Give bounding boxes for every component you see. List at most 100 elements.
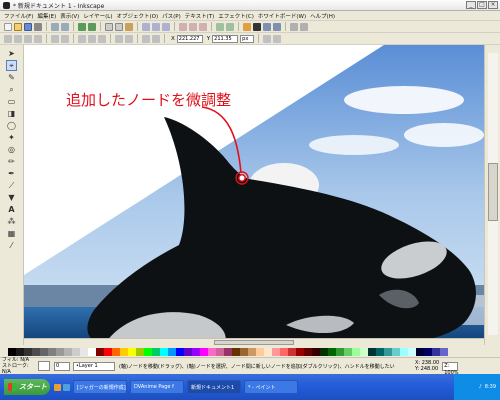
palette-swatch[interactable] <box>432 347 440 356</box>
palette-swatch[interactable] <box>312 347 320 356</box>
palette-swatch[interactable] <box>384 347 392 356</box>
close-button[interactable]: × <box>488 1 498 9</box>
insert-node-icon[interactable] <box>4 34 12 43</box>
palette-swatch[interactable] <box>224 347 232 356</box>
new-document-icon[interactable] <box>4 22 12 31</box>
palette-swatch[interactable] <box>32 347 40 356</box>
menu-whiteboard[interactable]: ホワイトボード(W) <box>258 12 306 20</box>
curve-segment-icon[interactable] <box>125 34 133 43</box>
palette-swatch[interactable] <box>360 347 368 356</box>
palette-swatch[interactable] <box>272 347 280 356</box>
join-segment-icon[interactable] <box>51 34 59 43</box>
menu-path[interactable]: パス(P) <box>162 12 181 20</box>
palette-swatch[interactable] <box>128 347 136 356</box>
palette-swatch[interactable] <box>160 347 168 356</box>
tweak-tool-icon[interactable]: ✎ <box>6 72 17 83</box>
menu-effects[interactable]: エフェクト(C) <box>218 12 254 20</box>
undo-icon[interactable] <box>78 22 86 31</box>
break-path-icon[interactable] <box>34 34 42 43</box>
ungroup-icon[interactable] <box>226 22 234 31</box>
cusp-node-icon[interactable] <box>78 34 86 43</box>
palette-swatch[interactable] <box>144 347 152 356</box>
drawing-canvas[interactable]: 追加したノードを微調整 <box>24 45 484 345</box>
palette-swatch[interactable] <box>152 347 160 356</box>
menu-layer[interactable]: レイヤー(L) <box>83 12 112 20</box>
vertical-scroll-thumb[interactable] <box>488 163 498 221</box>
palette-swatch[interactable] <box>136 347 144 356</box>
taskbar-item-explorer[interactable]: [ジャガーの新規作成] <box>73 380 127 394</box>
palette-swatch[interactable] <box>216 347 224 356</box>
3d-box-tool-icon[interactable]: ◨ <box>6 108 17 119</box>
palette-swatch[interactable] <box>96 347 104 356</box>
maximize-button[interactable]: □ <box>477 1 487 9</box>
palette-swatch[interactable] <box>240 347 248 356</box>
start-button[interactable]: スタート <box>4 379 50 395</box>
palette-swatch[interactable] <box>416 347 424 356</box>
palette-swatch[interactable] <box>352 347 360 356</box>
menu-help[interactable]: ヘルプ(H) <box>310 12 335 20</box>
smooth-node-icon[interactable] <box>88 34 96 43</box>
palette-swatch[interactable] <box>304 347 312 356</box>
selected-node-handle[interactable] <box>238 174 246 182</box>
document-properties-icon[interactable] <box>300 22 308 31</box>
palette-swatch[interactable] <box>80 347 88 356</box>
palette-swatch[interactable] <box>288 347 296 356</box>
pencil-tool-icon[interactable]: ✏ <box>6 156 17 167</box>
palette-swatch[interactable] <box>264 347 272 356</box>
dropper-tool-icon[interactable]: ⁄ <box>6 240 17 251</box>
export-icon[interactable] <box>61 22 69 31</box>
clone-icon[interactable] <box>189 22 197 31</box>
volume-icon[interactable]: ♪ <box>479 384 482 390</box>
line-segment-icon[interactable] <box>115 34 123 43</box>
selector-tool-icon[interactable]: ➤ <box>6 48 17 59</box>
spray-tool-icon[interactable]: ⁂ <box>6 216 17 227</box>
palette-swatch[interactable] <box>104 347 112 356</box>
paint-bucket-tool-icon[interactable]: ▼ <box>6 192 17 203</box>
palette-swatch[interactable] <box>344 347 352 356</box>
palette-swatch[interactable] <box>112 347 120 356</box>
text-font-icon[interactable] <box>253 22 261 31</box>
gradient-tool-icon[interactable]: ▦ <box>6 228 17 239</box>
paste-icon[interactable] <box>125 22 133 31</box>
show-handles-icon[interactable] <box>263 34 272 43</box>
palette-swatch[interactable] <box>232 347 240 356</box>
calligraphy-tool-icon[interactable]: ⟋ <box>6 180 17 191</box>
menu-object[interactable]: オブジェクト(O) <box>117 12 159 20</box>
star-tool-icon[interactable]: ✦ <box>6 132 17 143</box>
symmetric-node-icon[interactable] <box>98 34 106 43</box>
minimize-button[interactable]: _ <box>466 1 476 9</box>
palette-swatch[interactable] <box>440 347 448 356</box>
zoom-input[interactable]: Z: 100% <box>442 361 459 376</box>
zoom-drawing-icon[interactable] <box>152 22 160 31</box>
palette-swatch[interactable] <box>408 347 416 356</box>
print-icon[interactable] <box>34 22 42 31</box>
cut-icon[interactable] <box>115 22 123 31</box>
horizontal-scroll-thumb[interactable] <box>214 340 294 345</box>
xml-editor-icon[interactable] <box>263 22 271 31</box>
palette-swatch[interactable] <box>320 347 328 356</box>
palette-swatch[interactable] <box>24 347 32 356</box>
palette-swatch[interactable] <box>64 347 72 356</box>
layer-select[interactable]: •Layer 1 <box>73 361 115 371</box>
palette-swatch[interactable] <box>8 347 16 356</box>
pen-tool-icon[interactable]: ✒ <box>6 168 17 179</box>
taskbar-item-dvanime[interactable]: DVAnime Page f <box>130 380 184 394</box>
desktop-icon[interactable] <box>63 383 70 391</box>
preferences-icon[interactable] <box>290 22 298 31</box>
horizontal-scrollbar[interactable] <box>24 338 484 346</box>
menu-file[interactable]: ファイル(F) <box>4 12 33 20</box>
palette-swatch[interactable] <box>296 347 304 356</box>
browser-icon[interactable] <box>54 383 61 391</box>
palette-swatch[interactable] <box>336 347 344 356</box>
zoom-page-icon[interactable] <box>162 22 170 31</box>
redo-icon[interactable] <box>88 22 96 31</box>
zoom-selection-icon[interactable] <box>142 22 150 31</box>
palette-swatch[interactable] <box>56 347 64 356</box>
open-folder-icon[interactable] <box>14 22 22 31</box>
x-coordinate-input[interactable]: 221.227 <box>176 34 203 43</box>
palette-swatch[interactable] <box>256 347 264 356</box>
delete-node-icon[interactable] <box>14 34 22 43</box>
show-outline-icon[interactable] <box>273 34 282 43</box>
palette-swatch[interactable] <box>424 347 432 356</box>
palette-swatch[interactable] <box>40 347 48 356</box>
